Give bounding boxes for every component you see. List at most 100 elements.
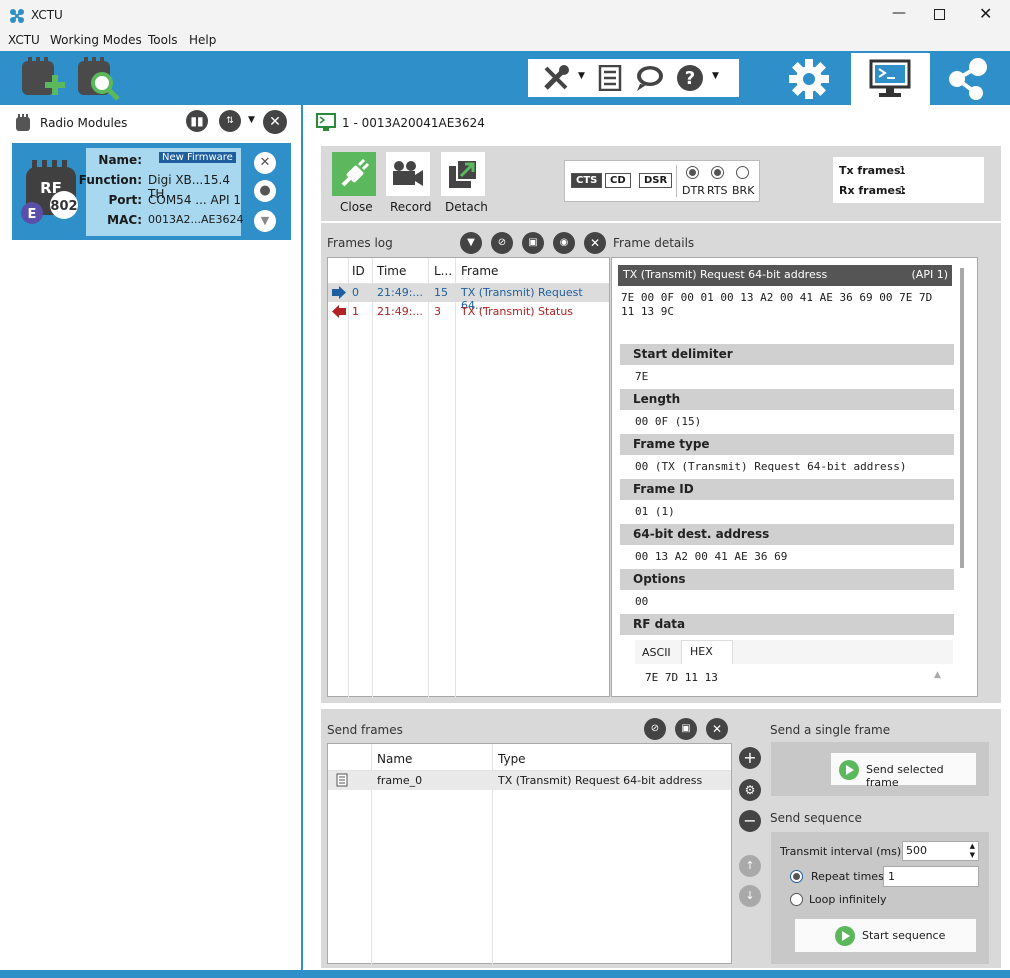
detach-icon xyxy=(449,159,478,188)
record-button[interactable] xyxy=(386,152,430,196)
loop-infinitely-radio[interactable] xyxy=(790,893,803,906)
loop-infinitely-label: Loop infinitely xyxy=(809,893,887,906)
close-frames-button[interactable]: ✕ xyxy=(584,232,606,254)
minimize-button[interactable]: — xyxy=(892,5,906,21)
xctu-logo-icon xyxy=(10,9,24,23)
tools-dropdown-icon[interactable]: ▼ xyxy=(578,71,585,81)
tools-icon[interactable] xyxy=(542,64,570,92)
table-row[interactable]: 0 21:49:... 15 TX (Transmit) Request 64.… xyxy=(328,284,609,312)
filter-frames-button[interactable]: ▼ xyxy=(460,232,482,254)
radio-modules-panel: Radio Modules ▮▮ ⇅ ▼ ✕ RF 802 E Name: Ne… xyxy=(0,105,303,970)
send-frames-title: Send frames xyxy=(327,723,403,737)
stepper-arrows-icon[interactable]: ▲ ▼ xyxy=(970,842,975,860)
outgoing-arrow-icon xyxy=(332,286,346,299)
repeat-times-label: Repeat times xyxy=(811,870,884,883)
single-frame-title: Send a single frame xyxy=(770,723,891,737)
sort-dropdown-icon[interactable]: ▼ xyxy=(248,115,255,125)
console-mode-tab[interactable] xyxy=(851,53,930,105)
field-label: Frame type xyxy=(620,434,954,455)
dtr-toggle[interactable] xyxy=(686,166,699,179)
close-window-button[interactable]: ✕ xyxy=(979,4,992,23)
add-frame-button[interactable]: + xyxy=(739,747,761,769)
start-sequence-button[interactable]: Start sequence xyxy=(794,918,977,953)
close-send-frames-button[interactable]: ✕ xyxy=(706,718,728,740)
cd-indicator: CD xyxy=(605,173,631,188)
maximize-button[interactable] xyxy=(934,9,945,20)
frames-area: Frames log ▼ ⊘ ▣ ◉ ✕ Frame details ID Ti… xyxy=(321,223,1001,703)
move-up-button[interactable]: ↑ xyxy=(739,855,761,877)
frame-details-title: Frame details xyxy=(613,236,695,250)
feedback-icon[interactable] xyxy=(634,64,664,92)
module-name[interactable]: New Firmware xyxy=(159,152,236,163)
send-selected-frame-button[interactable]: Send selected frame xyxy=(830,752,977,789)
dtr-label: DTR xyxy=(682,184,705,197)
column-divider xyxy=(348,258,349,698)
tab-ascii[interactable]: ASCII xyxy=(642,646,671,659)
discover-module-icon[interactable] xyxy=(74,55,122,101)
row-time: 21:49:... xyxy=(377,286,423,299)
repeat-times-radio[interactable] xyxy=(790,870,803,883)
radio-module-icon xyxy=(16,114,30,131)
detach-button[interactable] xyxy=(441,152,485,196)
expand-module-button[interactable]: ▼ xyxy=(254,210,276,232)
gear-icon[interactable] xyxy=(788,58,830,100)
clear-send-frames-button[interactable]: ⊘ xyxy=(644,718,666,740)
help-icon[interactable]: ? xyxy=(676,64,704,92)
menu-working-modes[interactable]: Working Modes xyxy=(50,33,142,47)
menu-tools[interactable]: Tools xyxy=(148,33,178,47)
lock-frames-button[interactable]: ◉ xyxy=(553,232,575,254)
close-connection-button[interactable] xyxy=(332,152,376,196)
api-mode: (API 1) xyxy=(911,268,948,281)
detach-label: Detach xyxy=(445,200,488,214)
remove-module-button[interactable]: ✕ xyxy=(254,152,276,174)
menu-help[interactable]: Help xyxy=(189,33,216,47)
save-send-frames-button[interactable]: ▣ xyxy=(675,718,697,740)
sort-modules-button[interactable]: ⇅ xyxy=(219,110,241,132)
interval-stepper[interactable]: 500 ▲ ▼ xyxy=(902,841,979,861)
dsr-indicator: DSR xyxy=(639,173,673,188)
tab-hex[interactable]: HEX xyxy=(681,640,733,664)
repeat-times-input[interactable]: 1 xyxy=(883,866,979,887)
line-status-box: CTS CD DSR DTR RTS BRK xyxy=(564,160,760,202)
scroll-up-icon[interactable]: ▲ xyxy=(934,670,941,680)
module-filter-button[interactable]: ▮▮ xyxy=(186,110,208,132)
frame-type: TX (Transmit) Request 64-bit address xyxy=(498,774,703,787)
mac-value: 0013A2...AE3624 xyxy=(148,213,244,226)
frame-document-icon xyxy=(336,773,348,787)
svg-text:?: ? xyxy=(685,68,695,89)
col-id[interactable]: ID xyxy=(352,264,365,278)
network-icon[interactable] xyxy=(945,56,991,102)
radio-module-card[interactable]: RF 802 E Name: New Firmware Function: Di… xyxy=(12,143,291,240)
raw-frame-line-2: 11 13 9C xyxy=(621,305,674,318)
remove-frame-button[interactable]: − xyxy=(739,810,761,832)
protocol-badge: 802 xyxy=(50,199,77,214)
console-tab-title[interactable]: 1 - 0013A20041AE3624 xyxy=(342,116,485,130)
discover-network-button[interactable]: ● xyxy=(254,180,276,202)
repeat-times-value: 1 xyxy=(888,870,895,883)
save-frames-button[interactable]: ▣ xyxy=(522,232,544,254)
col-type[interactable]: Type xyxy=(498,752,526,766)
col-time[interactable]: Time xyxy=(377,264,406,278)
module-info: Name: New Firmware Function: Digi XB...1… xyxy=(79,148,244,236)
col-length[interactable]: L... xyxy=(434,264,452,278)
col-name[interactable]: Name xyxy=(377,752,412,766)
mac-label: MAC: xyxy=(107,213,142,227)
list-icon[interactable] xyxy=(598,65,622,91)
table-row[interactable]: frame_0 TX (Transmit) Request 64-bit add… xyxy=(328,771,731,790)
clear-frames-button[interactable]: ⊘ xyxy=(491,232,513,254)
rts-toggle[interactable] xyxy=(711,166,724,179)
brk-toggle[interactable] xyxy=(736,166,749,179)
help-dropdown-icon[interactable]: ▼ xyxy=(712,71,719,81)
remove-all-modules-button[interactable]: ✕ xyxy=(263,110,287,134)
plug-icon xyxy=(341,159,369,187)
add-module-icon[interactable] xyxy=(18,55,66,101)
menu-xctu[interactable]: XCTU xyxy=(8,33,40,47)
play-icon xyxy=(835,926,855,946)
col-frame[interactable]: Frame xyxy=(461,264,498,278)
move-down-button[interactable]: ↓ xyxy=(739,885,761,907)
field-label: 64-bit dest. address xyxy=(620,524,954,545)
edit-frame-button[interactable]: ⚙ xyxy=(739,779,761,801)
send-frames-table: Name Type frame_0 TX (Transmit) Request … xyxy=(327,743,732,965)
details-scrollbar[interactable] xyxy=(960,268,964,568)
table-row[interactable]: 1 21:49:... 3 TX (Transmit) Status xyxy=(328,303,609,321)
